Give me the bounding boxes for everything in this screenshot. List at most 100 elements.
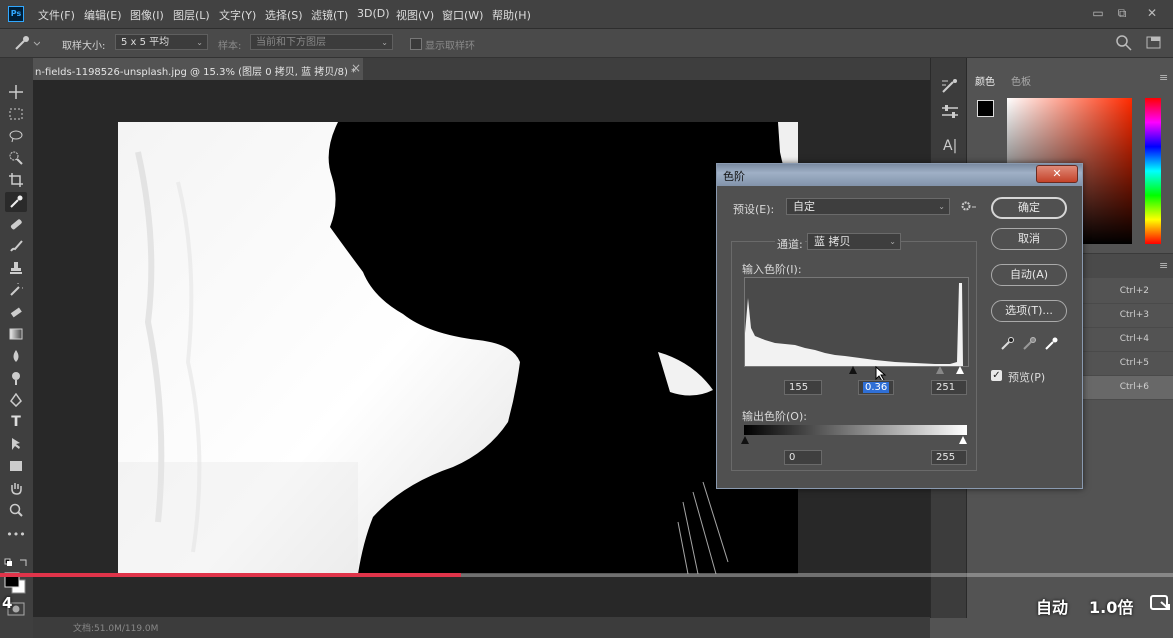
input-black-field[interactable]: 155: [784, 380, 822, 395]
tab-swatches[interactable]: 色板: [1011, 73, 1031, 88]
pen-tool-icon[interactable]: [5, 390, 27, 410]
panel-menu-icon[interactable]: ≡: [1159, 71, 1168, 84]
path-selection-tool-icon[interactable]: [5, 434, 27, 454]
gray-point-eyedropper-icon[interactable]: [1022, 337, 1036, 354]
show-ring-label: 显示取样环: [425, 41, 475, 52]
brush-settings-icon[interactable]: [941, 78, 959, 97]
output-black-slider[interactable]: [741, 436, 749, 444]
stamp-tool-icon[interactable]: [5, 258, 27, 278]
zoom-tool-icon[interactable]: [5, 500, 27, 520]
ok-button[interactable]: 确定: [991, 197, 1067, 219]
document-tab[interactable]: n-fields-1198526-unsplash.jpg @ 15.3% (图…: [33, 58, 364, 80]
output-white-slider[interactable]: [959, 436, 967, 444]
blur-tool-icon[interactable]: [5, 346, 27, 366]
more-tools-icon[interactable]: •••: [5, 524, 27, 544]
history-brush-tool-icon[interactable]: [5, 280, 27, 300]
output-levels-label: 输出色阶(O):: [742, 410, 807, 423]
search-icon[interactable]: [1116, 35, 1132, 54]
preset-select[interactable]: 自定 ⌄: [786, 198, 950, 215]
histogram: [744, 277, 969, 367]
input-gamma-slider[interactable]: [936, 366, 944, 374]
minimize-button[interactable]: ▭: [1088, 4, 1108, 22]
input-white-slider[interactable]: [956, 366, 964, 374]
menu-image[interactable]: 图像(I): [130, 7, 164, 23]
menu-file[interactable]: 文件(F): [38, 7, 75, 23]
show-ring-checkbox[interactable]: [410, 38, 422, 50]
tab-bar-empty: [363, 58, 930, 80]
channel-select[interactable]: 蓝 拷贝 ⌄: [807, 233, 901, 250]
black-point-eyedropper-icon[interactable]: [1000, 337, 1014, 354]
menu-3d[interactable]: 3D(D): [357, 7, 390, 20]
dodge-tool-icon[interactable]: [5, 368, 27, 388]
channel-shortcut: Ctrl+2: [1119, 286, 1149, 296]
lasso-tool-icon[interactable]: [5, 126, 27, 146]
chevron-down-icon: ⌄: [889, 237, 896, 246]
preview-checkbox[interactable]: ✓: [991, 370, 1002, 381]
close-window-button[interactable]: ✕: [1142, 4, 1162, 22]
sample-select[interactable]: 当前和下方图层 ⌄: [250, 34, 393, 50]
adjustments-icon[interactable]: [941, 104, 959, 123]
gradient-tool-icon[interactable]: [5, 324, 27, 344]
type-tool-icon[interactable]: T: [5, 412, 27, 432]
eyedropper-tool-preset-icon[interactable]: [12, 34, 41, 55]
fullscreen-icon[interactable]: [1149, 594, 1171, 615]
sample-value: 当前和下方图层: [256, 37, 326, 48]
cancel-button[interactable]: 取消: [991, 228, 1067, 250]
move-tool-icon[interactable]: [5, 82, 27, 102]
menu-help[interactable]: 帮助(H): [492, 7, 531, 23]
document-canvas-image[interactable]: [118, 122, 798, 574]
menu-window[interactable]: 窗口(W): [442, 7, 483, 23]
menu-select[interactable]: 选择(S): [265, 7, 303, 23]
hue-slider[interactable]: [1145, 98, 1161, 244]
output-white-value: 255: [936, 452, 956, 463]
options-button[interactable]: 选项(T)...: [991, 300, 1067, 322]
menu-edit[interactable]: 编辑(E): [84, 7, 122, 23]
menu-view[interactable]: 视图(V): [396, 7, 434, 23]
menu-filter[interactable]: 滤镜(T): [311, 7, 348, 23]
marquee-tool-icon[interactable]: [5, 104, 27, 124]
foreground-color-swatch[interactable]: [977, 100, 994, 117]
chevron-down-icon: ⌄: [381, 38, 388, 47]
restore-button[interactable]: ⧉: [1112, 4, 1132, 22]
chevron-down-icon: ⌄: [938, 202, 945, 211]
eraser-tool-icon[interactable]: [5, 302, 27, 322]
input-white-value: 251: [936, 382, 956, 393]
healing-brush-tool-icon[interactable]: [5, 214, 27, 234]
input-gamma-field[interactable]: 0.36: [858, 380, 894, 395]
hand-tool-icon[interactable]: [5, 478, 27, 498]
output-white-field[interactable]: 255: [931, 450, 967, 465]
gear-icon[interactable]: [961, 200, 977, 215]
video-speed-button[interactable]: 1.0倍: [1089, 594, 1133, 618]
auto-button[interactable]: 自动(A): [991, 264, 1067, 286]
dialog-title: 色阶: [723, 170, 745, 183]
channel-shortcut: Ctrl+3: [1119, 310, 1149, 320]
sample-size-label: 取样大小:: [62, 41, 106, 52]
sample-size-select[interactable]: 5 x 5 平均 ⌄: [115, 34, 208, 50]
input-white-field[interactable]: 251: [931, 380, 967, 395]
input-black-slider[interactable]: [849, 366, 857, 374]
crop-tool-icon[interactable]: [5, 170, 27, 190]
default-colors-icon[interactable]: [4, 558, 30, 573]
white-point-eyedropper-icon[interactable]: [1044, 337, 1058, 354]
output-black-field[interactable]: 0: [784, 450, 822, 465]
channel-shortcut: Ctrl+5: [1119, 358, 1149, 368]
menu-type[interactable]: 文字(Y): [219, 7, 256, 23]
panel-menu-icon[interactable]: ≡: [1159, 259, 1168, 272]
workspace-icon[interactable]: [1146, 35, 1162, 54]
dialog-title-bar[interactable]: 色阶 ✕: [717, 164, 1082, 186]
character-panel-icon[interactable]: A|: [943, 138, 957, 154]
output-gradient: [744, 425, 967, 435]
quick-select-tool-icon[interactable]: [5, 148, 27, 168]
tab-color[interactable]: 颜色: [975, 73, 995, 88]
eyedropper-tool-icon[interactable]: [5, 192, 27, 212]
video-quality-button[interactable]: 自动: [1036, 594, 1068, 618]
channel-value: 蓝 拷贝: [814, 235, 851, 248]
close-tab-icon[interactable]: ×: [351, 61, 361, 75]
rectangle-tool-icon[interactable]: [5, 456, 27, 476]
dialog-close-button[interactable]: ✕: [1036, 165, 1078, 183]
sample-size-value: 5 x 5 平均: [121, 37, 170, 48]
menu-layer[interactable]: 图层(L): [173, 7, 210, 23]
preset-value: 自定: [793, 200, 815, 213]
output-black-value: 0: [789, 452, 796, 463]
brush-tool-icon[interactable]: [5, 236, 27, 256]
